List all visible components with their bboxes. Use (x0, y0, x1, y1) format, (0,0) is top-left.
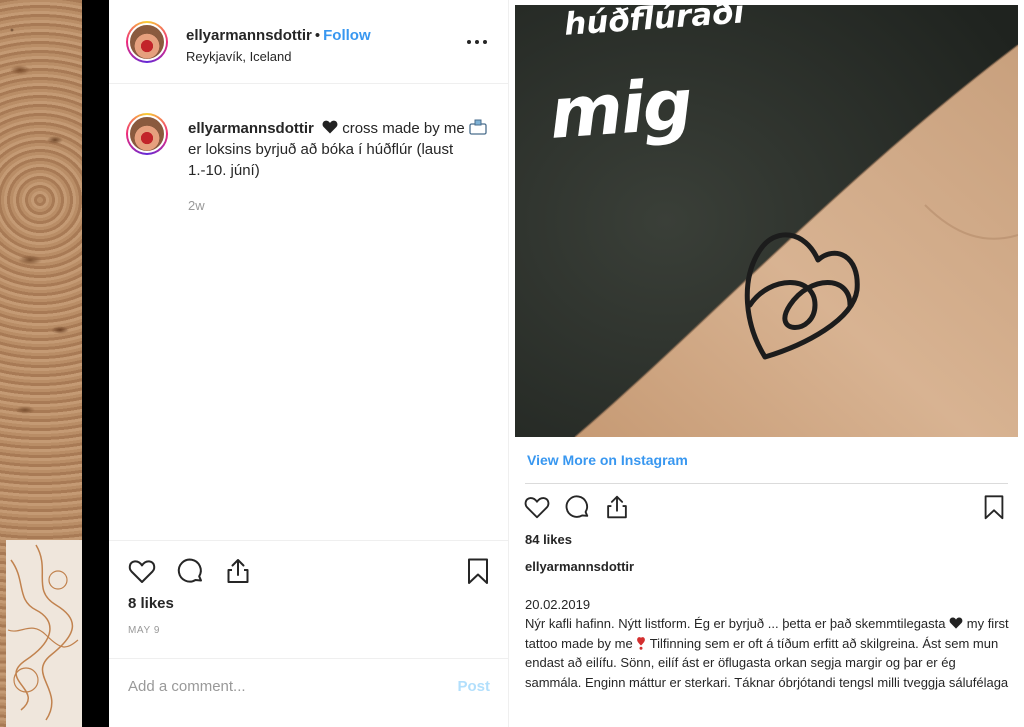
avatar[interactable] (126, 21, 168, 63)
comment-icon[interactable] (563, 493, 591, 521)
comment-input[interactable]: Add a comment... (128, 678, 246, 695)
likes-count[interactable]: 84 likes (525, 532, 572, 547)
caption-avatar[interactable] (126, 113, 168, 155)
post-body: Nýr kafli hafinn. Nýtt listform. Ég er b… (525, 614, 1015, 692)
more-icon[interactable] (465, 30, 489, 54)
username-link[interactable]: ellyarmannsdottir (525, 559, 634, 574)
caption-username[interactable]: ellyarmannsdottir (188, 120, 314, 137)
box-emoji (469, 119, 487, 135)
share-icon[interactable] (603, 493, 631, 521)
body-text-1: Nýr kafli hafinn. Nýtt listform. Ég er b… (525, 616, 946, 631)
post-button[interactable]: Post (457, 678, 490, 695)
share-icon[interactable] (223, 556, 253, 586)
location-link[interactable]: Reykjavík, Iceland (186, 49, 292, 64)
caption: ellyarmannsdottir cross made by me er lo… (188, 118, 488, 181)
background-photo (0, 0, 82, 727)
caption-text-2: er loksins byrjuð að bóka í húðflúr (lau… (188, 141, 454, 179)
time-ago: 2w (188, 198, 205, 213)
post-header: ellyarmannsdottir • Follow Reykjavík, Icel… (109, 0, 509, 84)
heart-icon[interactable] (523, 493, 551, 521)
background-sketch (7, 544, 79, 721)
post-date: 20.02.2019 (525, 597, 591, 612)
post-photo[interactable]: húðflúraði mig (515, 5, 1018, 437)
post-card-left: ellyarmannsdottir • Follow Reykjavík, Icel… (109, 0, 509, 727)
caption-text-1: cross made by me (342, 120, 465, 137)
comment-icon[interactable] (175, 556, 205, 586)
black-heart-emoji (322, 120, 338, 134)
post-date: MAY 9 (128, 625, 161, 636)
red-exclamation-emoji (637, 636, 646, 650)
separator-line (525, 483, 1008, 484)
follow-button[interactable]: Follow (323, 27, 371, 44)
separator-dot: • (314, 27, 321, 44)
view-more-link[interactable]: View More on Instagram (527, 452, 688, 468)
heart-icon[interactable] (127, 556, 157, 586)
background-paper (6, 540, 82, 727)
bookmark-icon[interactable] (463, 556, 493, 586)
header-line: ellyarmannsdottir • Follow (186, 27, 371, 44)
likes-count[interactable]: 8 likes (128, 595, 174, 612)
divider-bar (82, 0, 109, 727)
username-link[interactable]: ellyarmannsdottir (186, 27, 312, 44)
story-text-line2: mig (547, 63, 694, 155)
comment-row: Add a comment... Post (109, 658, 509, 718)
embed-right: húðflúraði mig View More on Instagram 84… (515, 0, 1024, 727)
bookmark-icon[interactable] (980, 493, 1008, 521)
black-heart-emoji (949, 617, 963, 629)
